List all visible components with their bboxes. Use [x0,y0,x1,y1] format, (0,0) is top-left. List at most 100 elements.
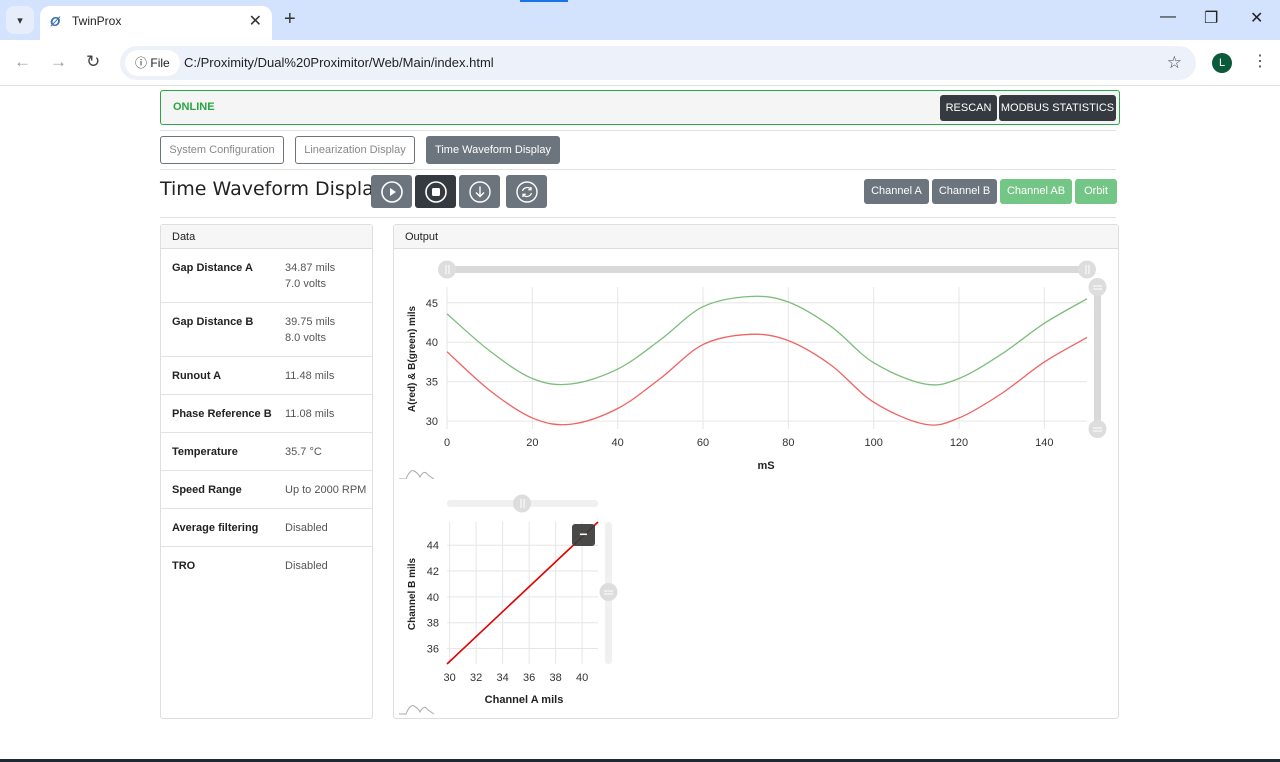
bookmark-star-icon[interactable]: ☆ [1167,53,1182,73]
y-tick-label: 38 [427,618,439,630]
data-label: Phase Reference B [172,408,272,420]
minimize-button[interactable]: — [1160,8,1176,26]
x-tick-label: 36 [523,672,535,684]
data-row-average-filtering: Average filtering Disabled [161,509,372,547]
data-value: Up to 2000 RPM [285,484,367,496]
divider [160,169,1116,170]
channel-ab-button[interactable]: Channel AB [1000,179,1072,204]
tab-search-button[interactable]: ▾ [6,6,34,34]
x-axis-label: Channel A mils [485,694,564,706]
restore-button[interactable]: ❐ [1204,8,1218,28]
forward-button[interactable]: → [50,52,67,72]
data-row-gap-distance-b: Gap Distance B 39.75 mils 8.0 volts [161,303,372,357]
xy-x-slider-handle[interactable] [513,494,531,513]
xy-chart: 30 32 34 36 38 403638404244 − Channel A mils … [399,494,618,715]
back-button[interactable]: ← [14,52,31,72]
waveform-chart: 0 20 40 60 80 100 120 140 30 35 40 45 mS A(red) & B… [399,260,1107,479]
data-row-tro: TRO Disabled [161,547,372,585]
data-value: 34.87 mils 7.0 volts [285,262,336,290]
page-title: Time Waveform Display [160,178,386,200]
y-tick-label: 40 [426,337,438,349]
data-label: Average filtering [172,522,259,534]
x-tick-label: 140 [1035,437,1053,449]
channel-a-button[interactable]: Channel A [864,179,929,204]
address-bar[interactable]: ⓘ File C:/Proximity/Dual%20Proximitor/We… [120,46,1196,80]
url-text[interactable]: C:/Proximity/Dual%20Proximitor/Web/Main/… [184,55,494,70]
browser-toolbar: ← → ↻ ⓘ File C:/Proximity/Dual%20Proximi… [0,40,1280,86]
data-value: Disabled [285,522,328,534]
refresh-button[interactable] [506,175,547,208]
tab-linearization-display[interactable]: Linearization Display [295,136,415,164]
data-panel: Data Gap Distance A 34.87 mils 7.0 volts … [160,224,373,719]
y-tick-label: 42 [427,566,439,578]
mini-chart-icon [399,705,435,715]
y-tick-label: 40 [427,592,439,604]
series-line-b [446,295,1088,386]
data-row-runout-a: Runout A 11.48 mils [161,357,372,395]
reload-button[interactable]: ↻ [86,52,100,72]
modbus-statistics-button[interactable]: MODBUS STATISTICS [999,95,1116,121]
x-range-slider-track[interactable] [447,266,1087,273]
profile-avatar[interactable]: L [1212,53,1232,73]
y-range-slider-track[interactable] [1094,287,1101,429]
data-row-phase-reference-b: Phase Reference B 11.08 mils [161,395,372,433]
data-row-gap-distance-a: Gap Distance A 34.87 mils 7.0 volts [161,249,372,303]
x-tick-label: 100 [864,437,882,449]
channel-b-button[interactable]: Channel B [932,179,997,204]
y-tick-label: 30 [426,416,438,428]
x-range-slider-start-handle[interactable] [438,260,456,279]
file-label: File [150,56,170,70]
y-axis-label: A(red) & B(green) mils [407,306,418,413]
info-icon: ⓘ [135,56,148,70]
refresh-icon [515,180,538,203]
y-range-slider-top-handle[interactable] [1088,278,1107,296]
stop-button[interactable] [415,175,456,208]
browser-tabstrip: ▾ Ø TwinProx ✕ + — ❐ ✕ [0,0,1280,40]
new-tab-button[interactable]: + [284,8,296,31]
x-tick-label: 40 [576,672,588,684]
x-tick-label: 0 [444,437,450,449]
data-value: 11.08 mils [285,408,335,420]
site-info-chip[interactable]: ⓘ File [125,50,180,76]
data-label: Temperature [172,446,238,458]
x-range-slider-end-handle[interactable] [1078,260,1096,279]
window-close-button[interactable]: ✕ [1250,8,1263,28]
x-tick-label: 30 [444,672,456,684]
data-label: Gap Distance B [172,316,254,328]
tab-title: TwinProx [72,14,122,28]
y-tick-label: 44 [427,540,439,552]
tab-indicator [520,0,568,2]
divider [160,130,1116,131]
data-value: 11.48 mils [285,370,335,382]
data-label: Gap Distance A [172,262,253,274]
y-tick-label: 36 [427,644,439,656]
tab-close-icon[interactable]: ✕ [249,11,262,31]
play-button[interactable] [371,175,412,208]
y-tick-label: 35 [426,377,438,389]
connection-status-bar: ONLINE RESCAN MODBUS STATISTICS [160,90,1120,125]
data-label: Speed Range [172,484,242,496]
browser-menu-icon[interactable]: ⋮ [1252,51,1268,71]
status-text: ONLINE [173,101,215,113]
x-tick-label: 60 [697,437,709,449]
tab-time-waveform-display[interactable]: Time Waveform Display [426,136,560,164]
x-tick-label: 20 [526,437,538,449]
x-tick-label: 34 [497,672,509,684]
series-line-a [446,333,1088,426]
browser-tab[interactable]: Ø TwinProx ✕ [40,6,272,40]
data-value: 35.7 °C [285,446,322,458]
play-icon [380,180,403,203]
data-value: 39.75 mils 8.0 volts [285,316,336,344]
data-row-speed-range: Speed Range Up to 2000 RPM [161,471,372,509]
xy-y-slider-handle[interactable] [599,583,618,601]
x-axis-label: mS [757,460,774,472]
y-axis-label: Channel B mils [407,557,418,630]
stop-icon [424,180,447,203]
x-tick-label: 38 [549,672,561,684]
download-button[interactable] [459,175,500,208]
rescan-button[interactable]: RESCAN [940,95,997,121]
tab-system-configuration[interactable]: System Configuration [160,136,284,164]
y-range-slider-bottom-handle[interactable] [1088,420,1107,438]
orbit-button[interactable]: Orbit [1075,179,1117,204]
data-row-temperature: Temperature 35.7 °C [161,433,372,471]
